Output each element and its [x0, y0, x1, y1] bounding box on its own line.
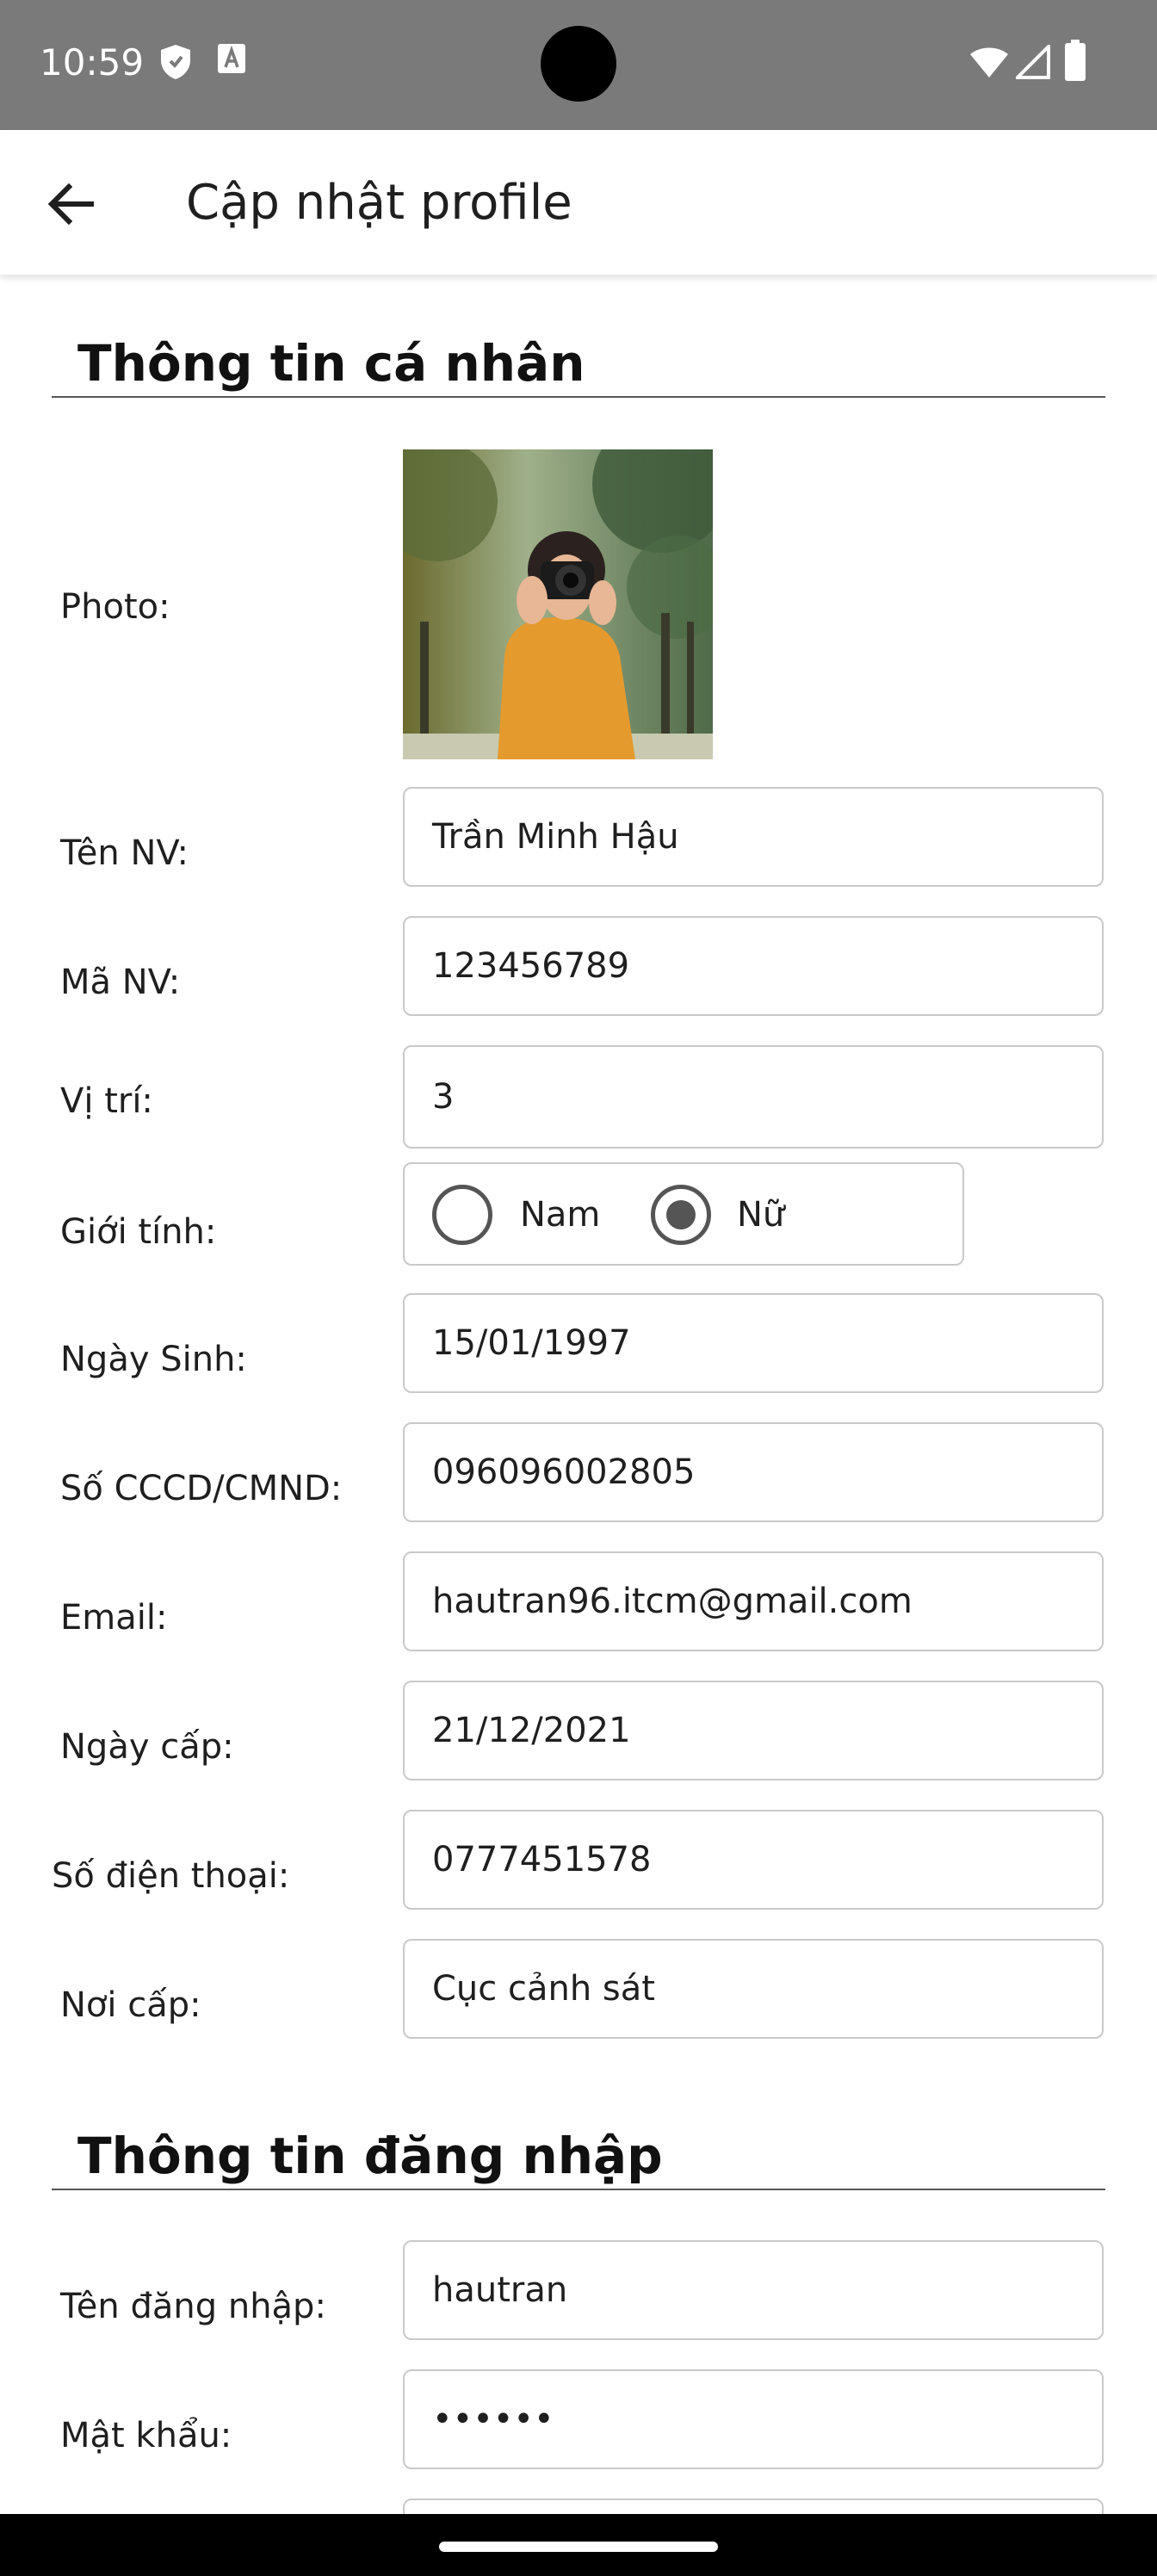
birthdate-label: Ngày Sinh: — [60, 1340, 247, 1379]
position-label: Vị trí: — [60, 1081, 153, 1121]
email-field[interactable]: hautran96.itcm@gmail.com — [403, 1551, 1104, 1651]
gender-female-label[interactable]: Nữ — [737, 1195, 784, 1235]
issue-date-label: Ngày cấp: — [60, 1727, 234, 1767]
section-title-personal: Thông tin cá nhân — [77, 334, 585, 393]
username-field[interactable]: hautran — [403, 2240, 1104, 2340]
issue-place-field[interactable]: Cục cảnh sát — [403, 1939, 1104, 2039]
gender-radio-group: Nam Nữ — [403, 1162, 964, 1266]
phone-label: Số điện thoại: — [52, 1856, 290, 1896]
id-number-label: Số CCCD/CMND: — [60, 1469, 343, 1508]
keyboard-a-icon — [217, 43, 246, 78]
wifi-icon — [969, 45, 1009, 84]
birthdate-field[interactable]: 15/01/1997 — [403, 1293, 1104, 1393]
signal-icon — [1013, 42, 1050, 84]
battery-icon — [1064, 40, 1086, 85]
id-number-field[interactable]: 096096002805 — [403, 1422, 1104, 1522]
gender-male-radio[interactable] — [432, 1185, 492, 1245]
issue-place-label: Nơi cấp: — [60, 1985, 201, 2025]
employee-name-field[interactable]: Trần Minh Hậu — [403, 787, 1104, 887]
section-divider — [52, 396, 1105, 398]
gender-male-label[interactable]: Nam — [520, 1195, 600, 1235]
gender-label: Giới tính: — [60, 1212, 217, 1252]
password-label: Mật khẩu: — [60, 2416, 232, 2455]
status-bar: 10:59 — [0, 0, 1157, 130]
arrow-left-icon — [47, 183, 94, 226]
photo-label: Photo: — [60, 587, 170, 627]
issue-date-field[interactable]: 21/12/2021 — [403, 1681, 1104, 1780]
employee-id-label: Mã NV: — [60, 963, 181, 1002]
back-button[interactable] — [38, 170, 107, 238]
email-label: Email: — [60, 1598, 168, 1638]
page-title: Cập nhật profile — [186, 175, 572, 231]
app-bar: Cập nhật profile — [0, 130, 1157, 275]
section-title-login: Thông tin đăng nhập — [77, 2127, 663, 2185]
section-divider — [52, 2189, 1105, 2190]
radio-selected-dot — [666, 1200, 696, 1229]
password-field[interactable]: •••••• — [403, 2369, 1104, 2469]
gender-female-radio[interactable] — [651, 1185, 711, 1245]
position-field[interactable]: 3 — [403, 1045, 1104, 1149]
status-time: 10:59 — [40, 41, 145, 84]
profile-photo[interactable] — [403, 449, 713, 759]
shield-icon — [158, 43, 193, 85]
home-gesture-handle[interactable] — [439, 2542, 718, 2552]
phone-field[interactable]: 0777451578 — [403, 1810, 1104, 1910]
camera-cutout — [541, 26, 616, 102]
employee-id-field[interactable]: 123456789 — [403, 916, 1104, 1016]
employee-name-label: Tên NV: — [60, 833, 189, 873]
username-label: Tên đăng nhập: — [60, 2287, 326, 2326]
